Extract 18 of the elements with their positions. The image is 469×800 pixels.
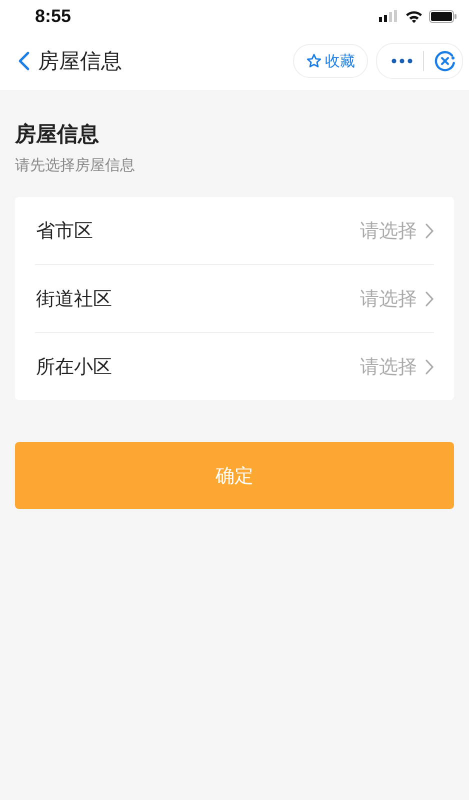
battery-icon — [429, 10, 457, 22]
select-row[interactable]: 街道社区 请选择 — [35, 264, 434, 332]
select-row[interactable]: 所在小区 请选择 — [35, 332, 434, 400]
close-icon[interactable] — [434, 50, 456, 72]
star-icon — [306, 53, 322, 69]
chevron-right-icon — [425, 358, 434, 374]
status-time: 8:55 — [35, 6, 72, 26]
section-subtitle: 请先选择房屋信息 — [15, 156, 136, 175]
section-title: 房屋信息 — [15, 121, 100, 148]
chevron-right-icon — [425, 222, 434, 238]
wifi-icon — [405, 10, 423, 22]
more-icon[interactable] — [391, 58, 413, 64]
select-row[interactable]: 省市区 请选择 — [35, 197, 434, 264]
favorite-button[interactable]: 收藏 — [293, 44, 368, 78]
signal-icon — [379, 10, 399, 22]
back-icon[interactable] — [18, 51, 30, 71]
page-title: 房屋信息 — [38, 48, 123, 75]
chevron-right-icon — [425, 290, 434, 306]
